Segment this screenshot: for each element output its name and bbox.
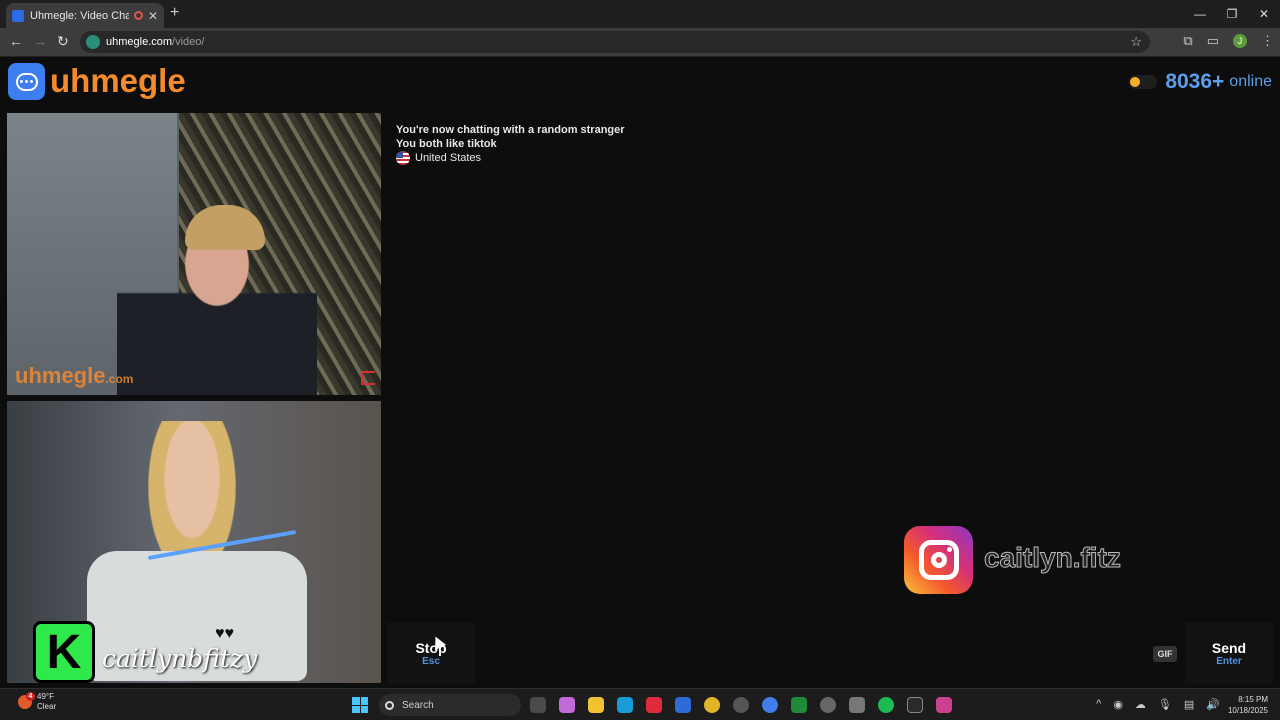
obs-icon[interactable] <box>733 697 749 713</box>
self-video: ♥♥ K caitlynbfitzy <box>7 401 381 683</box>
send-label: Send <box>1211 639 1247 656</box>
send-button[interactable]: Send Enter <box>1185 622 1273 684</box>
clock[interactable]: 8:15 PM 10/18/2025 <box>1228 694 1268 716</box>
sun-icon <box>1130 77 1141 87</box>
cloud-icon[interactable]: ☁ <box>1135 698 1146 711</box>
site-favicon-icon <box>12 9 24 22</box>
chevron-up-icon[interactable]: ^ <box>1096 698 1101 711</box>
copilot-icon[interactable] <box>559 697 575 713</box>
menu-icon[interactable]: ⋮ <box>1261 33 1274 49</box>
close-window-button[interactable]: ✕ <box>1248 0 1280 28</box>
system-message: You both like tiktok <box>396 138 497 150</box>
country-label: United States <box>415 152 482 164</box>
profile-avatar[interactable]: J <box>1233 34 1247 48</box>
window-controls: — ❐ ✕ <box>1184 0 1280 28</box>
app-icon[interactable] <box>791 697 807 713</box>
cast-icon[interactable]: ▭ <box>1207 33 1219 49</box>
video-watermark: uhmegle.com <box>15 363 134 388</box>
back-button[interactable]: ← <box>9 33 23 49</box>
tray-app-icon[interactable]: ◉ <box>1113 698 1123 711</box>
weather-temp: 49°F <box>37 692 54 701</box>
system-tray: ^ ◉ ☁ 🎙 ▤ 🔊 <box>1096 698 1220 711</box>
pinned-apps <box>530 697 952 713</box>
search-placeholder: Search <box>402 699 434 711</box>
taskbar-search[interactable]: Search <box>379 694 521 716</box>
youtube-icon[interactable] <box>646 697 662 713</box>
url-path: /video/ <box>172 36 205 48</box>
volume-icon[interactable]: 🔊 <box>1206 698 1220 711</box>
network-icon[interactable]: ▤ <box>1184 698 1194 711</box>
url-host: uhmegle.com <box>106 36 173 48</box>
chrome-icon[interactable] <box>704 697 720 713</box>
close-tab-icon[interactable]: ✕ <box>148 9 158 23</box>
site-header: uhmegle 8036+ online <box>0 58 1280 110</box>
app-icon[interactable] <box>762 697 778 713</box>
address-bar[interactable]: uhmegle.com /video/ ☆ <box>80 31 1150 53</box>
bookmark-star-icon[interactable]: ☆ <box>1130 34 1142 50</box>
app-icon[interactable] <box>849 697 865 713</box>
browser-tab[interactable]: Uhmegle: Video Chat | Random ✕ <box>6 3 164 28</box>
gif-button[interactable]: GIF <box>1153 646 1177 662</box>
stranger-video: uhmegle.com <box>7 113 381 395</box>
stranger-location: United States <box>396 151 481 165</box>
terminal-icon[interactable] <box>907 697 923 713</box>
new-tab-button[interactable]: + <box>170 4 179 22</box>
clock-date: 10/18/2025 <box>1227 706 1268 715</box>
recording-icon <box>133 11 143 20</box>
tab-title: Uhmegle: Video Chat | Random <box>30 9 129 22</box>
kick-logo: K <box>33 621 95 683</box>
weather-desc: Clear <box>37 702 57 711</box>
mic-icon[interactable]: 🎙 <box>1158 698 1172 711</box>
reload-button[interactable]: ↻ <box>57 33 69 50</box>
theme-toggle[interactable] <box>1129 75 1158 89</box>
system-message: You're now chatting with a random strang… <box>396 124 625 136</box>
browser-right-actions: ⧉ ▭ J ⋮ <box>1183 33 1274 49</box>
taskbar: 4 49°F Clear Search ^ ◉ ☁ 🎙 ▤ 🔊 8:15 PM 1… <box>0 688 1280 720</box>
store-icon[interactable] <box>675 697 691 713</box>
minimize-button[interactable]: — <box>1184 0 1216 28</box>
forward-button[interactable]: → <box>33 33 47 49</box>
message-input[interactable] <box>479 622 1179 684</box>
report-flag-icon[interactable] <box>361 371 375 385</box>
chat-logo-icon[interactable] <box>8 63 45 100</box>
weather-icon: 4 <box>18 692 35 709</box>
us-flag-icon <box>396 151 410 165</box>
site-info-icon[interactable] <box>86 35 100 49</box>
start-icon[interactable] <box>352 697 368 713</box>
online-count: 8036+ <box>1165 70 1225 93</box>
clock-time: 8:15 PM <box>1238 695 1268 704</box>
file-explorer-icon[interactable] <box>588 697 604 713</box>
stop-button[interactable]: Stop Esc <box>387 622 475 684</box>
stop-hint: Esc <box>422 655 440 667</box>
search-icon <box>385 700 394 710</box>
app-icon[interactable] <box>820 697 836 713</box>
app-icon[interactable] <box>936 697 952 713</box>
task-view-icon[interactable] <box>530 697 546 713</box>
chat-log: You're now chatting with a random strang… <box>387 113 1273 618</box>
online-indicator: 8036+ online <box>1129 70 1272 94</box>
browser-toolbar: ← → ↻ uhmegle.com /video/ ☆ ⧉ ▭ J ⋮ <box>0 28 1280 57</box>
weather-widget[interactable]: 4 49°F Clear <box>18 692 56 712</box>
hearts-icon: ♥♥ <box>215 625 234 642</box>
online-label: online <box>1229 73 1272 90</box>
browser-tabstrip: Uhmegle: Video Chat | Random ✕ + — ❐ ✕ <box>0 0 1280 28</box>
extensions-icon[interactable]: ⧉ <box>1183 33 1192 49</box>
send-hint: Enter <box>1216 655 1242 667</box>
edge-icon[interactable] <box>617 697 633 713</box>
instagram-icon <box>904 526 973 594</box>
spotify-icon[interactable] <box>878 697 894 713</box>
maximize-button[interactable]: ❐ <box>1216 0 1248 28</box>
chat-controls: Stop Esc GIF Send Enter <box>387 622 1273 684</box>
instagram-handle: caitlyn.fitz <box>984 542 1122 574</box>
site-logo[interactable]: uhmegle <box>50 62 186 100</box>
kick-handle: caitlynbfitzy <box>102 644 258 673</box>
